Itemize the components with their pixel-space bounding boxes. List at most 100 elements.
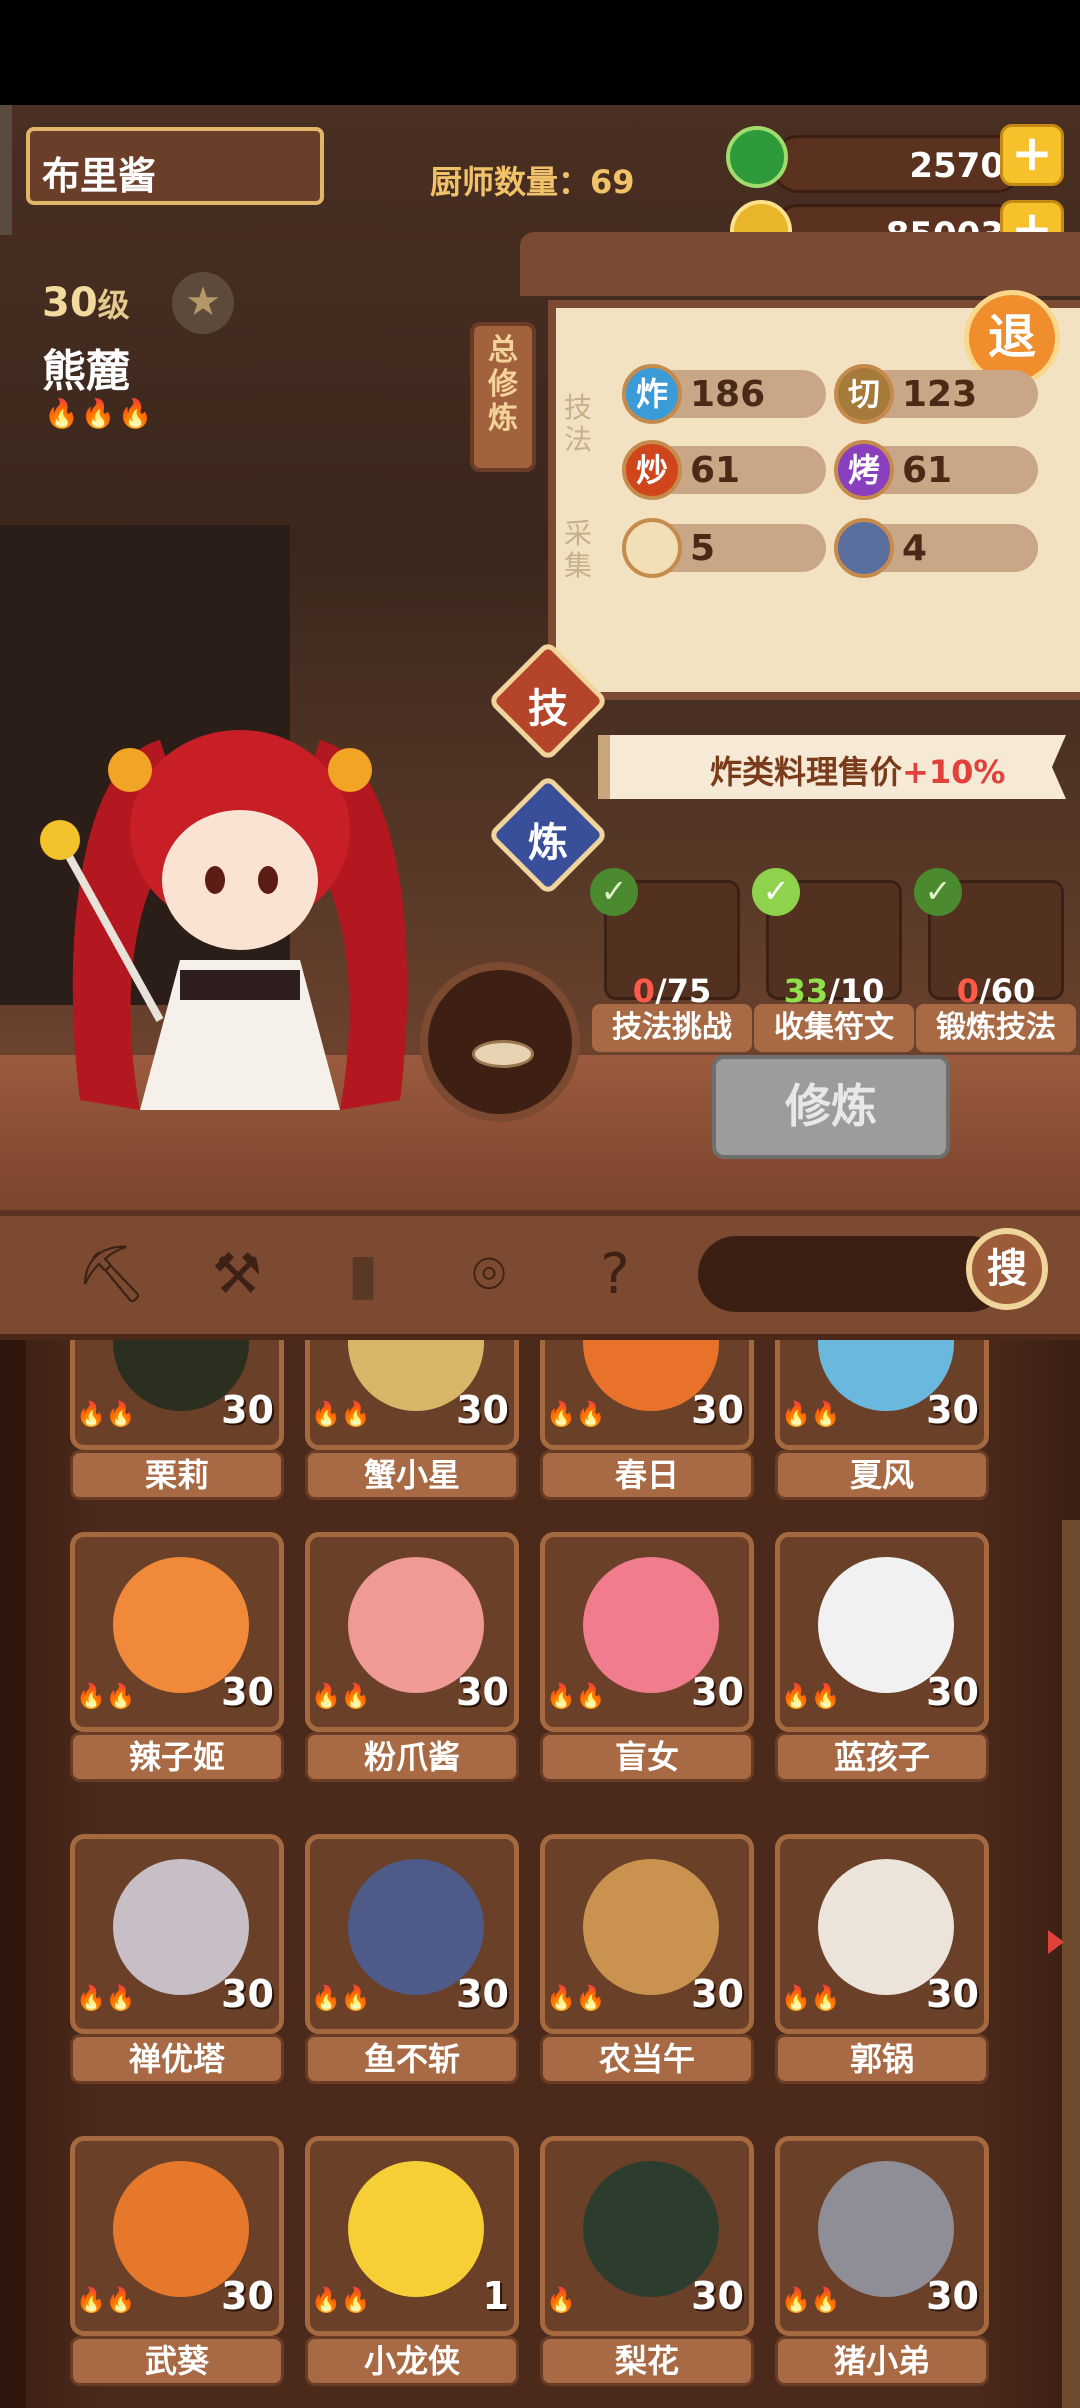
chef-level-badge: 30 <box>926 1972 979 2016</box>
add-jade-button[interactable]: + <box>1000 124 1064 186</box>
chef-name-label: 禅优塔 <box>70 2034 284 2084</box>
flame-icon: 🔥🔥 <box>311 2286 371 2314</box>
gather-section-label: 采集 <box>563 517 592 582</box>
chef-level-badge: 30 <box>456 1670 509 1714</box>
chef-card[interactable]: 🔥🔥 30 夏风 <box>775 1340 989 1500</box>
flame-icon: 🔥🔥 <box>781 1400 841 1428</box>
chef-name-label: 梨花 <box>540 2336 754 2386</box>
skill-mode-label: 技 <box>528 686 568 732</box>
chef-level-badge: 30 <box>926 1388 979 1432</box>
bonus-ribbon: 炸类料理售价+10% <box>598 735 1066 799</box>
chef-level-badge: 30 <box>691 2274 744 2318</box>
chef-name-label: 夏风 <box>775 1450 989 1500</box>
flame-icon: 🔥🔥 <box>76 2286 136 2314</box>
chef-card[interactable]: 🔥🔥 30 粉爪酱 <box>305 1532 519 1782</box>
chef-card[interactable]: 🔥🔥 30 蟹小星 <box>305 1340 519 1500</box>
gather-fish: 4 <box>834 518 1038 578</box>
fry-icon: 炸 <box>622 364 682 424</box>
jade-bar: 2570 <box>770 135 1025 193</box>
chef-card[interactable]: 🔥🔥 30 猪小弟 <box>775 2136 989 2386</box>
jade-amount: 2570 <box>909 146 1004 186</box>
chef-card[interactable]: 🔥 30 梨花 <box>540 2136 754 2386</box>
chef-illustration <box>40 730 408 1110</box>
chef-level-badge: 30 <box>221 2274 274 2318</box>
jar-icon[interactable]: ▮ <box>328 1240 398 1310</box>
chef-card[interactable]: 🔥🔥 30 郭锅 <box>775 1834 989 2084</box>
flame-icon: 🔥🔥 <box>311 1400 371 1428</box>
bonus-text: 炸类料理售价 <box>710 753 903 791</box>
task-label: 锻炼技法 <box>916 1004 1076 1052</box>
player-name: 布里酱 <box>42 154 157 198</box>
flame-icon: 🔥🔥 <box>311 1984 371 2012</box>
chef-level-badge: 30 <box>691 1670 744 1714</box>
chef-card[interactable]: 🔥🔥 30 鱼不斩 <box>305 1834 519 2084</box>
chef-level-badge: 1 <box>482 2274 509 2318</box>
chef-level-badge: 30 <box>691 1388 744 1432</box>
chef-card[interactable]: 🔥🔥 30 栗莉 <box>70 1340 284 1500</box>
chef-name-label: 郭锅 <box>775 2034 989 2084</box>
mystery-box-icon[interactable]: ? <box>580 1240 650 1310</box>
roast-icon: 烤 <box>834 440 894 500</box>
flame-icon: 🔥🔥 <box>311 1682 371 1710</box>
cultivate-button[interactable]: 修炼 <box>712 1055 950 1159</box>
chef-level-badge: 30 <box>926 1670 979 1714</box>
chef-card[interactable]: 🔥🔥 30 蓝孩子 <box>775 1532 989 1782</box>
arrow-right-icon[interactable] <box>1048 1930 1064 1954</box>
flame-rating: 🔥🔥🔥 <box>44 397 155 430</box>
chef-roster[interactable]: 🔥🔥 30 栗莉 🔥🔥 30 蟹小星 🔥🔥 30 春日 🔥🔥 30 夏风 🔥🔥 30 辣子… <box>0 1340 1080 2408</box>
chef-name-label: 小龙侠 <box>305 2336 519 2386</box>
chef-card[interactable]: 🔥🔥 1 小龙侠 <box>305 2136 519 2386</box>
player-name-plate[interactable]: 布里酱 <box>26 127 324 205</box>
chef-name-label: 武葵 <box>70 2336 284 2386</box>
chef-card[interactable]: 🔥🔥 30 盲女 <box>540 1532 754 1782</box>
chef-name-label: 猪小弟 <box>775 2336 989 2386</box>
chef-count: 厨师数量：69 <box>430 163 635 201</box>
chef-level-badge: 30 <box>221 1972 274 2016</box>
flame-icon: 🔥🔥 <box>546 1984 606 2012</box>
chef-name-label: 蓝孩子 <box>775 1732 989 1782</box>
flame-icon: 🔥🔥 <box>781 1682 841 1710</box>
chef-name-label: 鱼不斩 <box>305 2034 519 2084</box>
spade-icon[interactable]: ⚒ <box>202 1240 272 1310</box>
chef-name-label: 盲女 <box>540 1732 754 1782</box>
stirfry-icon: 炒 <box>622 440 682 500</box>
cut-icon: 切 <box>834 364 894 424</box>
skill-stirfry: 炒 61 <box>622 440 826 500</box>
chef-card[interactable]: 🔥🔥 30 辣子姬 <box>70 1532 284 1782</box>
chef-card[interactable]: 🔥🔥 30 春日 <box>540 1340 754 1500</box>
search-input[interactable] <box>698 1236 1008 1312</box>
shovel-icon[interactable]: ⛏ <box>76 1240 147 1310</box>
chef-name-label: 粉爪酱 <box>305 1732 519 1782</box>
bonus-value: +10% <box>902 753 1006 791</box>
chef-level: 30级 <box>42 280 130 326</box>
flame-icon: 🔥🔥 <box>781 1984 841 2012</box>
star-icon[interactable]: ★ <box>172 272 234 334</box>
check-icon: ✓ <box>752 868 800 916</box>
chef-card[interactable]: 🔥🔥 30 禅优塔 <box>70 1834 284 2084</box>
jade-icon <box>726 126 788 188</box>
location-pin-icon[interactable]: ⌾ <box>454 1240 524 1310</box>
chef-name-label: 辣子姬 <box>70 1732 284 1782</box>
chef-level-badge: 30 <box>456 1388 509 1432</box>
flame-icon: 🔥🔥 <box>546 1400 606 1428</box>
flame-icon: 🔥🔥 <box>76 1400 136 1428</box>
chef-name-label: 农当午 <box>540 2034 754 2084</box>
fish-icon <box>834 518 894 578</box>
tab-total-training[interactable]: 总修炼 <box>470 322 536 472</box>
check-icon: ✓ <box>590 868 638 916</box>
skill-roast: 烤 61 <box>834 440 1038 500</box>
chef-level-badge: 30 <box>691 1972 744 2016</box>
task-label: 收集符文 <box>754 1004 914 1052</box>
chef-card[interactable]: 🔥🔥 30 农当午 <box>540 1834 754 2084</box>
panel-header <box>520 232 1080 296</box>
skill-section-label: 技法 <box>563 391 592 456</box>
chef-name: 熊麓 <box>42 346 130 397</box>
search-button[interactable]: 搜 <box>966 1228 1048 1310</box>
chef-card[interactable]: 🔥🔥 30 武葵 <box>70 2136 284 2386</box>
chef-level-badge: 30 <box>456 1972 509 2016</box>
flame-icon: 🔥🔥 <box>546 1682 606 1710</box>
scrollbar[interactable] <box>1062 1520 1080 2408</box>
flame-icon: 🔥🔥 <box>781 2286 841 2314</box>
flame-icon: 🔥🔥 <box>76 1682 136 1710</box>
train-mode-label: 炼 <box>528 820 568 866</box>
